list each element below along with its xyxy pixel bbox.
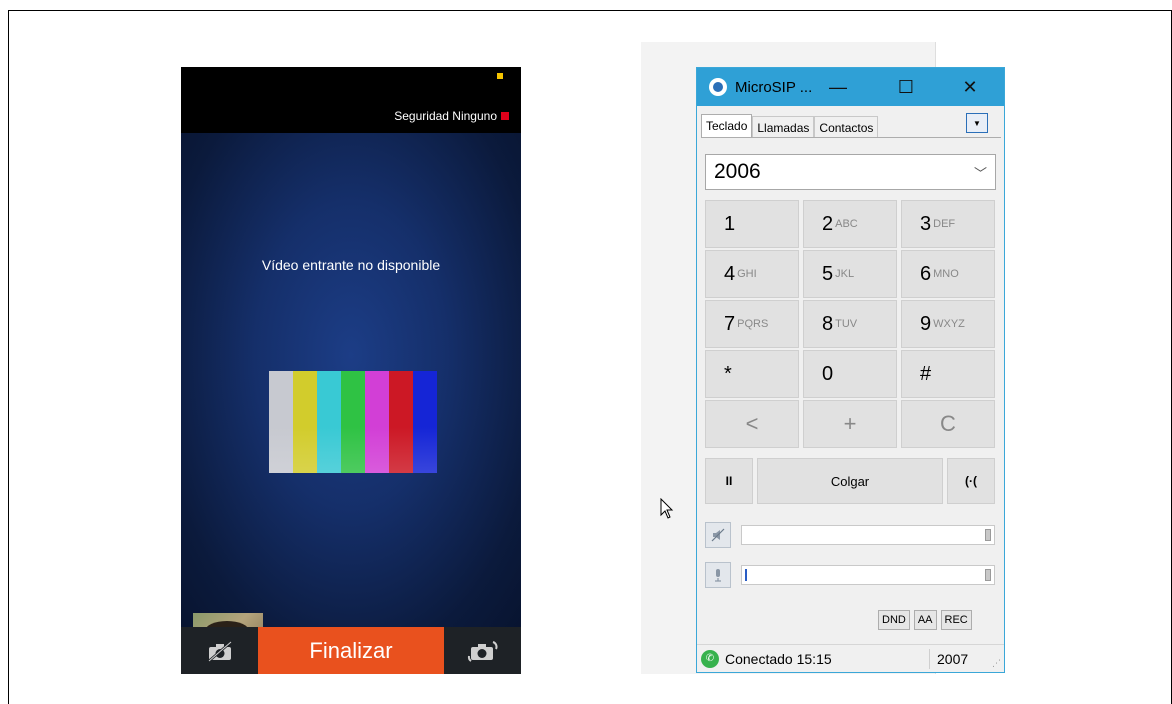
connected-status-icon: ✆ [701, 649, 719, 668]
speaker-volume-row [705, 522, 995, 548]
maximize-button[interactable]: ☐ [883, 68, 929, 106]
security-indicator: Seguridad Ninguno [394, 109, 509, 123]
dial-number-combobox[interactable]: 2006 ﹀ [705, 154, 996, 190]
chevron-down-icon[interactable]: ﹀ [974, 163, 987, 182]
key-1[interactable]: 1 [705, 200, 799, 248]
key-5[interactable]: 5 JKL [803, 250, 897, 298]
plus-button[interactable]: + [803, 400, 897, 448]
color-bar-5 [365, 371, 389, 473]
call-controls: Finalizar [181, 627, 521, 674]
key-star[interactable]: * [705, 350, 799, 398]
camera-off-icon [207, 640, 232, 662]
speaker-mute-icon[interactable] [705, 522, 731, 548]
dnd-button[interactable]: DND [878, 610, 910, 630]
mic-icon [715, 569, 721, 582]
key-9[interactable]: 9 WXYZ [901, 300, 995, 348]
call-action-row: II Colgar (·( [705, 458, 995, 504]
key-3[interactable]: 3 DEF [901, 200, 995, 248]
tab-underline [701, 137, 1001, 138]
color-bar-2 [293, 371, 317, 473]
close-button[interactable]: ✕ [947, 68, 993, 106]
title-bar[interactable]: MicroSIP ... — ☐ ✕ [697, 68, 1004, 106]
video-unavailable-message: Vídeo entrante no disponible [261, 257, 441, 273]
dial-number-value: 2006 [714, 160, 761, 183]
phone-status-bar: Seguridad Ninguno [181, 67, 521, 133]
key-6[interactable]: 6 MNO [901, 250, 995, 298]
color-bar-4 [341, 371, 365, 473]
key-2[interactable]: 2 ABC [803, 200, 897, 248]
auto-answer-button[interactable]: AA [913, 610, 937, 630]
option-buttons: DND AA REC [878, 610, 972, 630]
tab-teclado[interactable]: Teclado [701, 114, 753, 138]
tab-bar: Teclado Llamadas Contactos [701, 114, 879, 138]
camera-off-button[interactable] [181, 627, 258, 674]
clear-button[interactable]: C [901, 400, 995, 448]
switch-camera-icon [467, 640, 497, 662]
hangup-button[interactable]: Colgar [757, 458, 943, 504]
microphone-icon[interactable] [705, 562, 731, 588]
key-hash[interactable]: # [901, 350, 995, 398]
microphone-volume-slider[interactable] [741, 565, 995, 585]
connection-status: Conectado 15:15 [725, 650, 832, 667]
window-title: MicroSIP ... [735, 78, 813, 96]
minimize-button[interactable]: — [815, 68, 861, 106]
transfer-button[interactable]: (·( [947, 458, 995, 504]
microphone-volume-row [705, 562, 995, 588]
microphone-volume-thumb[interactable] [985, 569, 991, 581]
key-7[interactable]: 7 PQRS [705, 300, 799, 348]
resize-grip-icon[interactable]: ⋰ [992, 658, 1001, 669]
video-area: Vídeo entrante no disponible [181, 133, 521, 674]
mouse-cursor-icon [660, 498, 674, 519]
status-separator [929, 649, 930, 669]
security-status-icon [501, 112, 509, 120]
transfer-icon: (·( [965, 474, 977, 488]
notification-dot [497, 73, 503, 79]
switch-camera-button[interactable] [444, 627, 521, 674]
tab-contactos[interactable]: Contactos [814, 116, 879, 138]
extension-number: 2007 [937, 651, 969, 667]
record-button[interactable]: REC [940, 610, 972, 630]
backspace-button[interactable]: < [705, 400, 799, 448]
color-bar-1 [269, 371, 293, 473]
key-4[interactable]: 4 GHI [705, 250, 799, 298]
pause-icon: II [725, 474, 733, 488]
triangle-down-icon: ▼ [973, 118, 981, 128]
speaker-volume-slider[interactable] [741, 525, 995, 545]
speaker-volume-thumb[interactable] [985, 529, 991, 541]
security-label: Seguridad Ninguno [394, 109, 497, 123]
tab-llamadas[interactable]: Llamadas [752, 116, 815, 138]
speaker-icon [711, 528, 725, 542]
color-bar-7 [413, 371, 437, 473]
key-8[interactable]: 8 TUV [803, 300, 897, 348]
microphone-level-indicator [745, 569, 747, 581]
key-0[interactable]: 0 [803, 350, 897, 398]
microsip-window: MicroSIP ... — ☐ ✕ Teclado Llamadas Cont… [696, 67, 1005, 673]
phone-screen: Seguridad Ninguno Vídeo entrante no disp… [181, 67, 521, 674]
color-bar-3 [317, 371, 341, 473]
status-bar: ✆ Conectado 15:15 2007 ⋰ [697, 644, 1004, 672]
hold-button[interactable]: II [705, 458, 753, 504]
menu-dropdown-button[interactable]: ▼ [966, 113, 988, 133]
color-bars-test-pattern [269, 371, 437, 473]
dial-keypad: 1 2 ABC 3 DEF 4 GHI 5 JKL 6 MNO 7 PQRS 8 TUV 9W… [705, 200, 995, 448]
end-call-button[interactable]: Finalizar [258, 627, 444, 674]
microsip-logo-icon [709, 78, 727, 96]
color-bar-6 [389, 371, 413, 473]
